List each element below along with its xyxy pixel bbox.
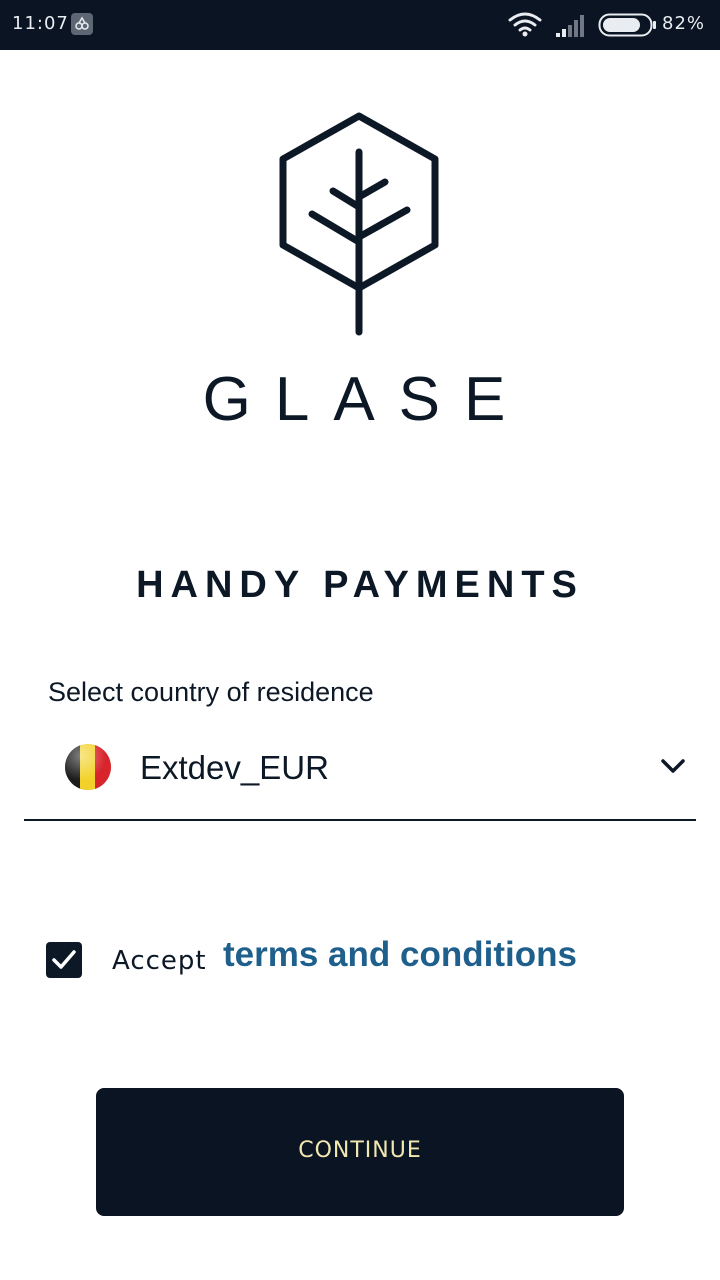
status-bar: 11:07 82% <box>0 0 720 50</box>
belgium-flag-icon <box>65 744 111 790</box>
country-dropdown[interactable]: Extdev_EUR <box>24 735 696 821</box>
accept-text: Accept <box>112 946 207 976</box>
wifi-icon <box>508 11 542 42</box>
terms-and-conditions-link[interactable]: terms and conditions <box>223 935 577 975</box>
login-screen: 11:07 82% GLASE HANDY PAYMENTS Select co… <box>0 0 720 1280</box>
terms-checkbox[interactable] <box>46 942 82 978</box>
status-time: 11:07 <box>12 13 69 34</box>
tree-hexagon-logo <box>276 112 442 341</box>
tagline: HANDY PAYMENTS <box>136 564 584 606</box>
country-selected-value: Extdev_EUR <box>140 749 329 786</box>
flag-shine <box>65 744 111 790</box>
chevron-down-icon[interactable] <box>660 757 686 780</box>
cell-signal-icon <box>556 14 588 43</box>
app-notification-icon <box>71 13 93 35</box>
battery-icon <box>598 13 656 42</box>
battery-percent: 82% <box>662 13 706 34</box>
brand-name: GLASE <box>202 365 530 434</box>
continue-button-label: CONTINUE <box>298 1138 422 1163</box>
country-select-label: Select country of residence <box>48 677 374 707</box>
continue-button[interactable]: CONTINUE <box>96 1088 624 1216</box>
